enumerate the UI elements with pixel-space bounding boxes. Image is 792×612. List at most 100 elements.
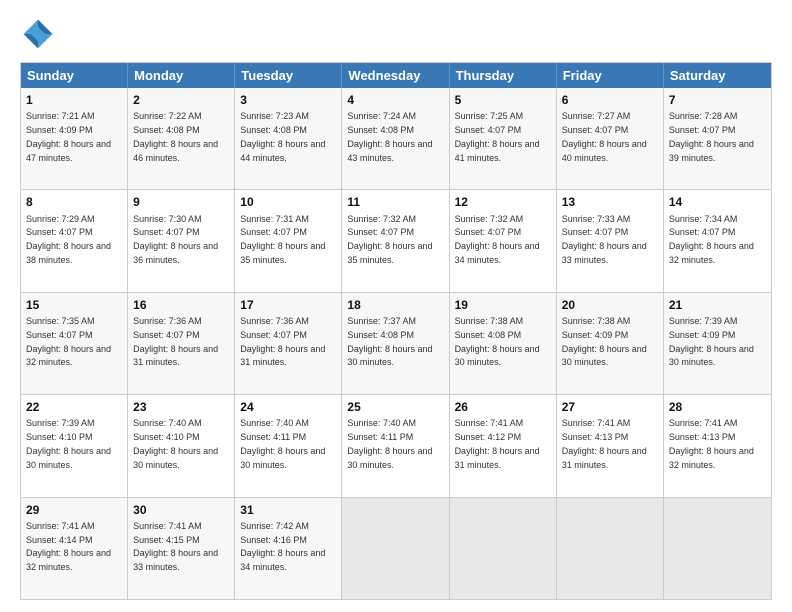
day-info: Sunrise: 7:25 AMSunset: 4:07 PMDaylight:…: [455, 111, 540, 162]
day-cell-30: 30 Sunrise: 7:41 AMSunset: 4:15 PMDaylig…: [128, 498, 235, 599]
day-info: Sunrise: 7:41 AMSunset: 4:15 PMDaylight:…: [133, 521, 218, 572]
day-header-friday: Friday: [557, 63, 664, 88]
day-number: 6: [562, 92, 658, 108]
calendar-week-4: 22 Sunrise: 7:39 AMSunset: 4:10 PMDaylig…: [21, 395, 771, 497]
day-cell-5: 5 Sunrise: 7:25 AMSunset: 4:07 PMDayligh…: [450, 88, 557, 189]
day-number: 14: [669, 194, 766, 210]
day-number: 29: [26, 502, 122, 518]
day-cell-13: 13 Sunrise: 7:33 AMSunset: 4:07 PMDaylig…: [557, 190, 664, 291]
calendar-body: 1 Sunrise: 7:21 AMSunset: 4:09 PMDayligh…: [21, 88, 771, 599]
day-cell-11: 11 Sunrise: 7:32 AMSunset: 4:07 PMDaylig…: [342, 190, 449, 291]
day-cell-2: 2 Sunrise: 7:22 AMSunset: 4:08 PMDayligh…: [128, 88, 235, 189]
day-cell-7: 7 Sunrise: 7:28 AMSunset: 4:07 PMDayligh…: [664, 88, 771, 189]
day-cell-18: 18 Sunrise: 7:37 AMSunset: 4:08 PMDaylig…: [342, 293, 449, 394]
day-info: Sunrise: 7:41 AMSunset: 4:13 PMDaylight:…: [562, 418, 647, 469]
day-info: Sunrise: 7:38 AMSunset: 4:08 PMDaylight:…: [455, 316, 540, 367]
day-number: 16: [133, 297, 229, 313]
day-cell-19: 19 Sunrise: 7:38 AMSunset: 4:08 PMDaylig…: [450, 293, 557, 394]
day-number: 21: [669, 297, 766, 313]
day-cell-3: 3 Sunrise: 7:23 AMSunset: 4:08 PMDayligh…: [235, 88, 342, 189]
day-number: 18: [347, 297, 443, 313]
day-cell-16: 16 Sunrise: 7:36 AMSunset: 4:07 PMDaylig…: [128, 293, 235, 394]
day-info: Sunrise: 7:31 AMSunset: 4:07 PMDaylight:…: [240, 214, 325, 265]
calendar-week-1: 1 Sunrise: 7:21 AMSunset: 4:09 PMDayligh…: [21, 88, 771, 190]
day-cell-8: 8 Sunrise: 7:29 AMSunset: 4:07 PMDayligh…: [21, 190, 128, 291]
day-cell-23: 23 Sunrise: 7:40 AMSunset: 4:10 PMDaylig…: [128, 395, 235, 496]
day-info: Sunrise: 7:41 AMSunset: 4:12 PMDaylight:…: [455, 418, 540, 469]
day-number: 8: [26, 194, 122, 210]
day-header-saturday: Saturday: [664, 63, 771, 88]
day-cell-26: 26 Sunrise: 7:41 AMSunset: 4:12 PMDaylig…: [450, 395, 557, 496]
day-number: 1: [26, 92, 122, 108]
day-info: Sunrise: 7:40 AMSunset: 4:11 PMDaylight:…: [240, 418, 325, 469]
day-info: Sunrise: 7:32 AMSunset: 4:07 PMDaylight:…: [455, 214, 540, 265]
day-info: Sunrise: 7:36 AMSunset: 4:07 PMDaylight:…: [133, 316, 218, 367]
calendar-week-2: 8 Sunrise: 7:29 AMSunset: 4:07 PMDayligh…: [21, 190, 771, 292]
day-info: Sunrise: 7:42 AMSunset: 4:16 PMDaylight:…: [240, 521, 325, 572]
day-info: Sunrise: 7:28 AMSunset: 4:07 PMDaylight:…: [669, 111, 754, 162]
day-number: 4: [347, 92, 443, 108]
day-info: Sunrise: 7:35 AMSunset: 4:07 PMDaylight:…: [26, 316, 111, 367]
day-number: 2: [133, 92, 229, 108]
day-info: Sunrise: 7:32 AMSunset: 4:07 PMDaylight:…: [347, 214, 432, 265]
day-info: Sunrise: 7:24 AMSunset: 4:08 PMDaylight:…: [347, 111, 432, 162]
calendar-week-5: 29 Sunrise: 7:41 AMSunset: 4:14 PMDaylig…: [21, 498, 771, 599]
day-cell-14: 14 Sunrise: 7:34 AMSunset: 4:07 PMDaylig…: [664, 190, 771, 291]
day-header-tuesday: Tuesday: [235, 63, 342, 88]
logo-icon: [20, 16, 56, 52]
day-number: 24: [240, 399, 336, 415]
empty-cell: [664, 498, 771, 599]
day-cell-1: 1 Sunrise: 7:21 AMSunset: 4:09 PMDayligh…: [21, 88, 128, 189]
day-cell-4: 4 Sunrise: 7:24 AMSunset: 4:08 PMDayligh…: [342, 88, 449, 189]
day-info: Sunrise: 7:39 AMSunset: 4:09 PMDaylight:…: [669, 316, 754, 367]
page: SundayMondayTuesdayWednesdayThursdayFrid…: [0, 0, 792, 612]
day-number: 22: [26, 399, 122, 415]
day-header-thursday: Thursday: [450, 63, 557, 88]
day-number: 26: [455, 399, 551, 415]
day-info: Sunrise: 7:41 AMSunset: 4:14 PMDaylight:…: [26, 521, 111, 572]
day-number: 12: [455, 194, 551, 210]
day-info: Sunrise: 7:38 AMSunset: 4:09 PMDaylight:…: [562, 316, 647, 367]
day-info: Sunrise: 7:34 AMSunset: 4:07 PMDaylight:…: [669, 214, 754, 265]
day-cell-28: 28 Sunrise: 7:41 AMSunset: 4:13 PMDaylig…: [664, 395, 771, 496]
day-info: Sunrise: 7:36 AMSunset: 4:07 PMDaylight:…: [240, 316, 325, 367]
day-cell-9: 9 Sunrise: 7:30 AMSunset: 4:07 PMDayligh…: [128, 190, 235, 291]
day-cell-17: 17 Sunrise: 7:36 AMSunset: 4:07 PMDaylig…: [235, 293, 342, 394]
day-cell-15: 15 Sunrise: 7:35 AMSunset: 4:07 PMDaylig…: [21, 293, 128, 394]
day-info: Sunrise: 7:27 AMSunset: 4:07 PMDaylight:…: [562, 111, 647, 162]
day-cell-24: 24 Sunrise: 7:40 AMSunset: 4:11 PMDaylig…: [235, 395, 342, 496]
day-cell-6: 6 Sunrise: 7:27 AMSunset: 4:07 PMDayligh…: [557, 88, 664, 189]
calendar-header: SundayMondayTuesdayWednesdayThursdayFrid…: [21, 63, 771, 88]
day-info: Sunrise: 7:39 AMSunset: 4:10 PMDaylight:…: [26, 418, 111, 469]
calendar-week-3: 15 Sunrise: 7:35 AMSunset: 4:07 PMDaylig…: [21, 293, 771, 395]
day-info: Sunrise: 7:41 AMSunset: 4:13 PMDaylight:…: [669, 418, 754, 469]
day-number: 30: [133, 502, 229, 518]
day-number: 28: [669, 399, 766, 415]
day-cell-25: 25 Sunrise: 7:40 AMSunset: 4:11 PMDaylig…: [342, 395, 449, 496]
day-header-sunday: Sunday: [21, 63, 128, 88]
empty-cell: [342, 498, 449, 599]
header: [20, 16, 772, 52]
day-info: Sunrise: 7:33 AMSunset: 4:07 PMDaylight:…: [562, 214, 647, 265]
day-cell-20: 20 Sunrise: 7:38 AMSunset: 4:09 PMDaylig…: [557, 293, 664, 394]
day-cell-21: 21 Sunrise: 7:39 AMSunset: 4:09 PMDaylig…: [664, 293, 771, 394]
day-cell-27: 27 Sunrise: 7:41 AMSunset: 4:13 PMDaylig…: [557, 395, 664, 496]
day-number: 23: [133, 399, 229, 415]
day-number: 5: [455, 92, 551, 108]
day-number: 17: [240, 297, 336, 313]
day-number: 9: [133, 194, 229, 210]
day-number: 7: [669, 92, 766, 108]
day-info: Sunrise: 7:22 AMSunset: 4:08 PMDaylight:…: [133, 111, 218, 162]
day-info: Sunrise: 7:30 AMSunset: 4:07 PMDaylight:…: [133, 214, 218, 265]
day-number: 31: [240, 502, 336, 518]
day-number: 27: [562, 399, 658, 415]
day-cell-22: 22 Sunrise: 7:39 AMSunset: 4:10 PMDaylig…: [21, 395, 128, 496]
day-number: 13: [562, 194, 658, 210]
day-info: Sunrise: 7:40 AMSunset: 4:11 PMDaylight:…: [347, 418, 432, 469]
day-cell-10: 10 Sunrise: 7:31 AMSunset: 4:07 PMDaylig…: [235, 190, 342, 291]
day-number: 20: [562, 297, 658, 313]
day-number: 25: [347, 399, 443, 415]
day-header-monday: Monday: [128, 63, 235, 88]
day-info: Sunrise: 7:23 AMSunset: 4:08 PMDaylight:…: [240, 111, 325, 162]
empty-cell: [557, 498, 664, 599]
